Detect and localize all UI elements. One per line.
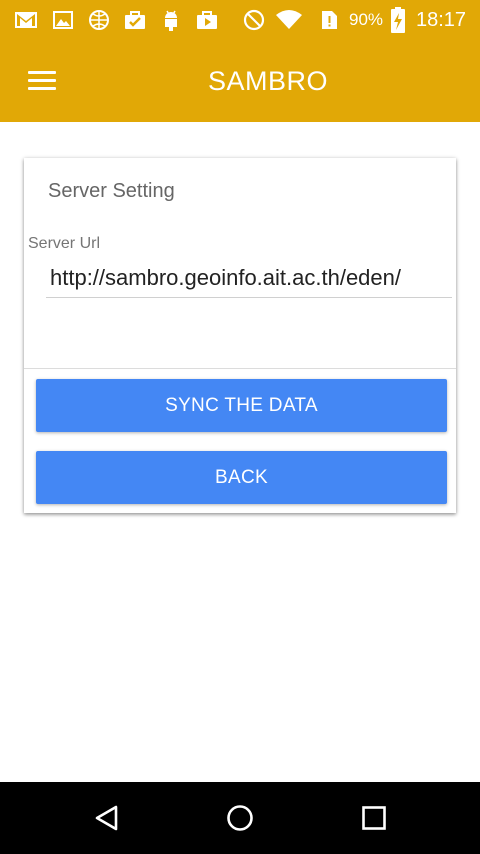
battery-percent: 90% [349,10,384,29]
recents-square-icon[interactable] [354,800,394,836]
globe-icon [89,10,109,30]
clock: 18:17 [416,9,467,31]
play-briefcase-icon [197,11,217,29]
wifi-icon [276,10,302,29]
app-title: SAMBRO [207,66,329,96]
home-circle-icon[interactable] [220,800,260,836]
server-setting-card: Server Setting Server Url SYNC THE DATA … [24,158,456,513]
card-title: Server Setting [48,180,175,202]
back-triangle-icon[interactable] [87,800,127,836]
hamburger-menu-icon[interactable] [24,66,58,96]
gallery-icon [53,11,73,29]
android-icon [165,10,177,31]
do-not-disturb-icon [243,9,265,31]
sync-data-button[interactable]: SYNC THE DATA [36,379,447,432]
divider [24,368,456,369]
navigation-bar [0,782,480,854]
app-bar: SAMBRO [0,40,480,122]
sim-alert-icon [322,11,337,29]
check-briefcase-icon [125,11,145,29]
back-button[interactable]: BACK [36,451,447,504]
status-bar: 90% 18:17 [0,0,480,40]
server-url-label: Server Url [28,235,101,252]
gmail-icon [15,12,37,28]
battery-charging-icon [391,7,405,33]
server-url-input[interactable] [46,258,452,298]
